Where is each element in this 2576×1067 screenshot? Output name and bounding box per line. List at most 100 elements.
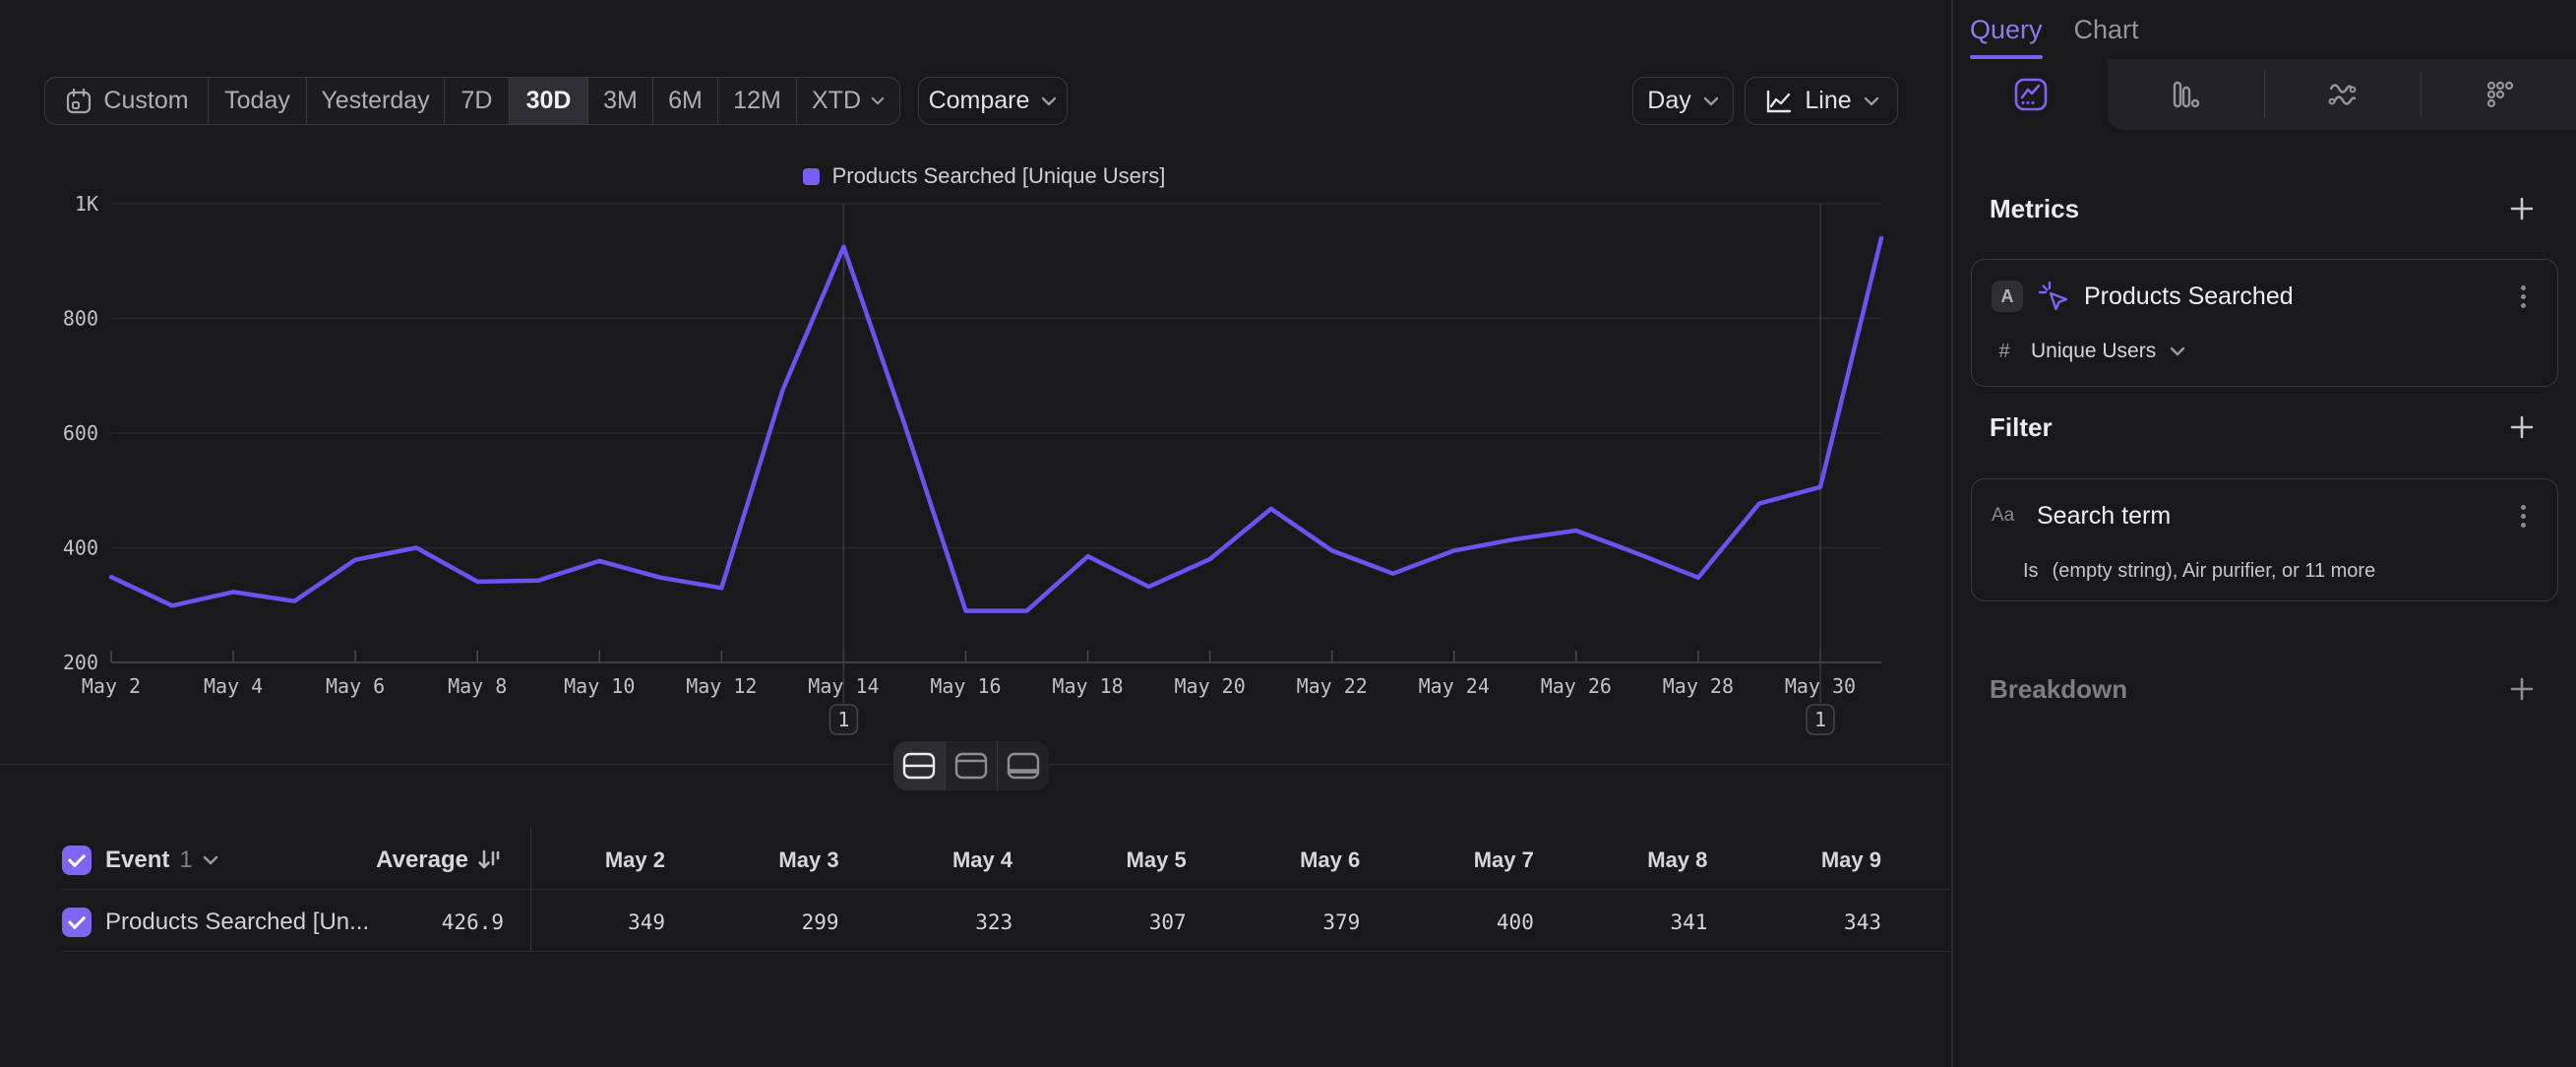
- tab-chart[interactable]: Chart: [2074, 0, 2139, 59]
- chart-type-flow-tab[interactable]: [2264, 59, 2421, 130]
- column-header-may-8[interactable]: May 8: [1550, 832, 1707, 889]
- cell-value: 299: [682, 894, 839, 951]
- tab-chart-label: Chart: [2074, 15, 2139, 45]
- table-only-icon: [1007, 752, 1040, 780]
- add-metric-button[interactable]: [2507, 194, 2537, 223]
- flow-chart-icon: [2323, 75, 2362, 114]
- filter-property-name[interactable]: Search term: [2037, 502, 2171, 531]
- average-column-header[interactable]: Average: [295, 832, 504, 889]
- x-axis-label: May 20: [1174, 674, 1245, 698]
- chart-type-matrix-tab[interactable]: [2421, 59, 2576, 130]
- x-axis-label: May 12: [686, 674, 757, 698]
- cell-value: 307: [1029, 894, 1187, 951]
- filter-operator[interactable]: Is: [2023, 560, 2039, 583]
- select-all-checkbox[interactable]: [62, 846, 92, 875]
- tab-query[interactable]: Query: [1970, 0, 2043, 59]
- sort-icon[interactable]: [476, 847, 504, 873]
- line-series[interactable]: [111, 238, 1881, 611]
- sidebar-tabs: Query Chart: [1953, 0, 2139, 59]
- chevron-down-icon[interactable]: [2170, 346, 2185, 356]
- dot-matrix-icon: [2480, 75, 2519, 114]
- column-header-may-7[interactable]: May 7: [1377, 832, 1534, 889]
- analytics-app: CustomTodayYesterday7D30D3M6M12MXTD Comp…: [0, 0, 2576, 1067]
- measure-label[interactable]: Unique Users: [2031, 340, 2156, 363]
- cell-value: 323: [855, 894, 1012, 951]
- annotation-badge-count: 1: [1814, 708, 1826, 731]
- split-view-button[interactable]: [893, 741, 945, 790]
- add-breakdown-button[interactable]: [2507, 674, 2537, 704]
- breakdown-section-header: Breakdown: [1953, 663, 2576, 715]
- y-axis-label: 600: [63, 421, 98, 445]
- column-header-may-4[interactable]: May 4: [855, 832, 1012, 889]
- x-axis-label: May 10: [564, 674, 635, 698]
- plus-icon: [2507, 412, 2537, 442]
- chevron-down-icon: [203, 855, 218, 865]
- event-column-header[interactable]: Event 1: [105, 832, 218, 889]
- bar-chart-icon: [2167, 75, 2206, 114]
- x-axis-label: May 28: [1663, 674, 1734, 698]
- x-axis-label: May 16: [930, 674, 1001, 698]
- view-toggle: [893, 741, 1049, 790]
- column-header-may-9[interactable]: May 9: [1724, 832, 1881, 889]
- metrics-heading: Metrics: [1990, 194, 2079, 224]
- x-axis-label: May 2: [82, 674, 141, 698]
- x-axis-label: May 24: [1419, 674, 1490, 698]
- cell-value: 349: [508, 894, 665, 951]
- annotation-badge-count: 1: [837, 708, 849, 731]
- column-header-may-6[interactable]: May 6: [1202, 832, 1360, 889]
- chart-only-button[interactable]: [945, 741, 997, 790]
- metrics-section-header: Metrics: [1953, 183, 2576, 234]
- x-axis-label: May 8: [448, 674, 507, 698]
- property-type-label: Aa: [1992, 505, 2023, 527]
- filter-card[interactable]: Aa Search term Is (empty string), Air pu…: [1971, 478, 2558, 601]
- y-axis-label: 800: [63, 307, 98, 331]
- filter-heading: Filter: [1990, 412, 2053, 443]
- tab-query-label: Query: [1970, 15, 2043, 45]
- measure-symbol: #: [1992, 341, 2017, 363]
- query-sidebar: Query Chart: [1951, 0, 2576, 1067]
- divider: [62, 951, 1950, 952]
- cell-value: 343: [1724, 894, 1881, 951]
- chart-type-bar-tab[interactable]: [2108, 59, 2264, 130]
- x-axis-label: May 22: [1297, 674, 1368, 698]
- metric-card[interactable]: A Products Searched # Unique Users: [1971, 259, 2558, 387]
- x-axis-label: May 26: [1541, 674, 1612, 698]
- column-header-may-5[interactable]: May 5: [1029, 832, 1187, 889]
- event-label: Event: [105, 847, 169, 874]
- cell-value: 379: [1202, 894, 1360, 951]
- cell-value: 400: [1377, 894, 1534, 951]
- x-axis-label: May 6: [326, 674, 385, 698]
- x-axis-label: May 4: [204, 674, 263, 698]
- column-header-may-2[interactable]: May 2: [508, 832, 665, 889]
- metric-event-name[interactable]: Products Searched: [2084, 282, 2294, 311]
- plus-icon: [2507, 194, 2537, 223]
- y-axis-label: 200: [63, 651, 98, 674]
- chart-type-selector: [1953, 59, 2576, 130]
- plus-icon: [2507, 674, 2537, 704]
- chart-panel: CustomTodayYesterday7D30D3M6M12MXTD Comp…: [0, 0, 1950, 1067]
- line-chart: 200 400 600 800 1K May 2 May 4 May 6 May 8 May 10…: [0, 0, 1950, 778]
- column-header-may-3[interactable]: May 3: [682, 832, 839, 889]
- y-axis-label: 1K: [75, 192, 98, 216]
- chart-type-line-tab[interactable]: [1953, 59, 2108, 130]
- metric-letter-badge: A: [1992, 281, 2023, 312]
- cell-value: 341: [1550, 894, 1707, 951]
- y-axis-label: 400: [63, 536, 98, 560]
- kebab-menu-icon[interactable]: [2517, 501, 2530, 532]
- x-axis-label: May 18: [1052, 674, 1123, 698]
- divider: [62, 889, 1950, 890]
- event-count: 1: [179, 847, 192, 874]
- row-checkbox[interactable]: [62, 908, 92, 937]
- kebab-menu-icon[interactable]: [2517, 282, 2530, 312]
- row-average-value: 426.9: [307, 894, 504, 951]
- chart-only-icon: [954, 752, 988, 780]
- split-view-icon: [902, 752, 936, 780]
- event-pointer-icon: [2037, 280, 2070, 313]
- add-filter-button[interactable]: [2507, 412, 2537, 442]
- average-label: Average: [376, 847, 468, 874]
- breakdown-heading: Breakdown: [1990, 674, 2127, 705]
- line-chart-square-icon: [2011, 75, 2051, 114]
- table-only-button[interactable]: [997, 741, 1049, 790]
- filter-section-header: Filter: [1953, 402, 2576, 453]
- filter-values[interactable]: (empty string), Air purifier, or 11 more: [2053, 560, 2376, 583]
